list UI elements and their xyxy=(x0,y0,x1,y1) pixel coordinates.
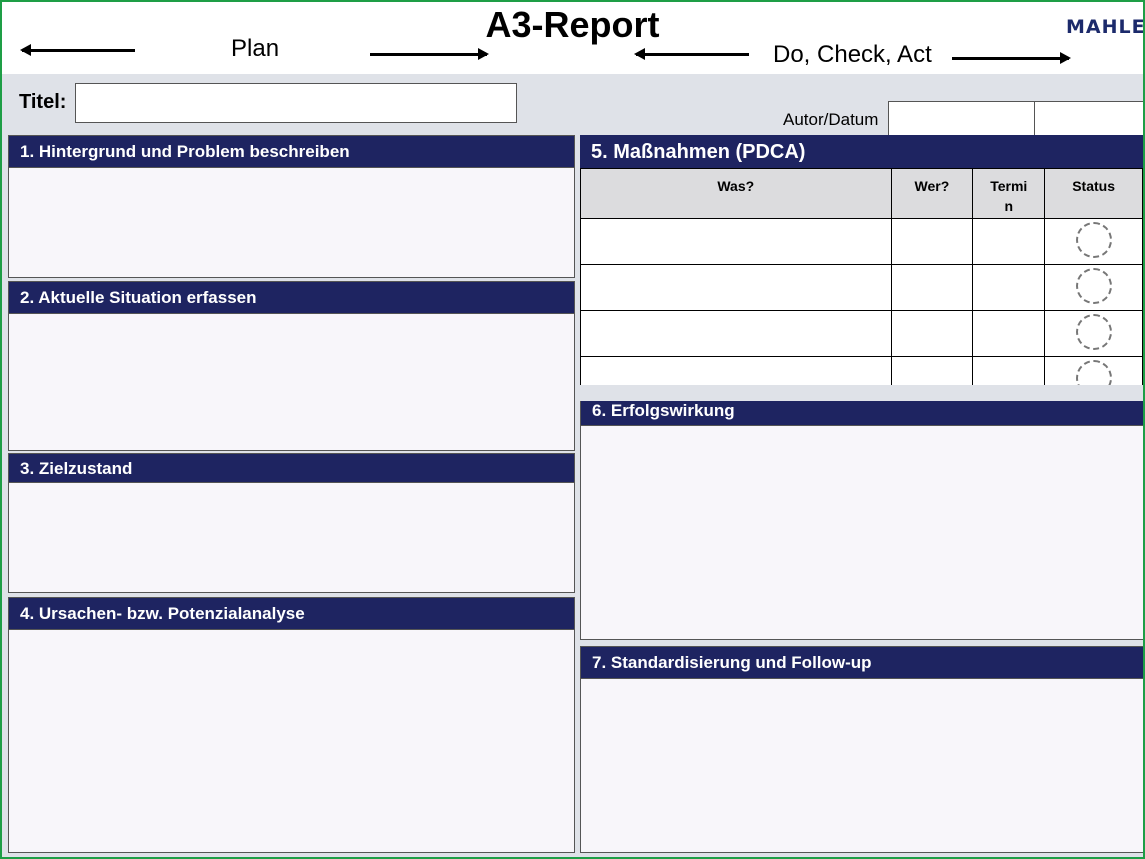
table-row xyxy=(580,264,1143,311)
mahle-logo: MAHLE xyxy=(1066,16,1145,38)
datum-field[interactable] xyxy=(1034,101,1143,136)
a3-report-sheet: A3-Report Plan Do, Check, Act MAHLE Tite… xyxy=(0,0,1145,859)
section-ursachenanalyse[interactable]: 4. Ursachen- bzw. Potenzialanalyse xyxy=(8,597,575,853)
titel-label: Titel: xyxy=(19,91,67,113)
section-heading: 7. Standardisierung und Follow-up xyxy=(581,647,1143,679)
arrow-left-icon xyxy=(634,48,749,60)
pdca-header-row: Was? Wer? Termi n Status xyxy=(580,168,1143,219)
status-circle-icon[interactable] xyxy=(1075,267,1112,304)
cell-status[interactable] xyxy=(1044,264,1143,311)
arrow-left-icon xyxy=(20,44,135,56)
cell-was[interactable] xyxy=(580,310,892,357)
section-hintergrund[interactable]: 1. Hintergrund und Problem beschreiben xyxy=(8,135,575,278)
titel-field[interactable] xyxy=(75,83,517,123)
section-heading: 3. Zielzustand xyxy=(9,454,574,483)
status-circle-icon[interactable] xyxy=(1075,313,1112,350)
cell-wer[interactable] xyxy=(890,218,974,265)
section-aktuelle-situation[interactable]: 2. Aktuelle Situation erfassen xyxy=(8,281,575,451)
arrow-right-icon xyxy=(370,48,489,60)
section-heading: 1. Hintergrund und Problem beschreiben xyxy=(9,136,574,168)
col-header-wer: Wer? xyxy=(890,168,974,219)
report-title: A3-Report xyxy=(485,4,660,45)
col-header-termin: Termi n xyxy=(972,168,1046,219)
section-zielzustand[interactable]: 3. Zielzustand xyxy=(8,453,575,593)
section-standardisierung[interactable]: 7. Standardisierung und Follow-up xyxy=(580,646,1143,853)
section-heading: 2. Aktuelle Situation erfassen xyxy=(9,282,574,314)
section-heading: 5. Maßnahmen (PDCA) xyxy=(580,135,1143,169)
cell-termin[interactable] xyxy=(972,310,1046,357)
col-header-status: Status xyxy=(1044,168,1143,219)
table-overlap-band xyxy=(580,385,1143,401)
cell-was[interactable] xyxy=(580,264,892,311)
table-row xyxy=(580,310,1143,357)
cell-status[interactable] xyxy=(1044,218,1143,265)
cell-status[interactable] xyxy=(1044,310,1143,357)
cell-termin[interactable] xyxy=(972,264,1046,311)
cell-wer[interactable] xyxy=(890,310,974,357)
section-erfolgswirkung[interactable]: 6. Erfolgswirkung xyxy=(580,395,1143,640)
pdca-table: Was? Wer? Termi n Status xyxy=(580,168,1143,403)
section-massnahmen: 5. Maßnahmen (PDCA) xyxy=(580,135,1143,169)
plan-label: Plan xyxy=(231,35,280,62)
arrow-right-icon xyxy=(952,52,1071,64)
do-check-act-label: Do, Check, Act xyxy=(773,41,932,68)
autor-datum-label: Autor/Datum xyxy=(783,110,879,129)
cell-wer[interactable] xyxy=(890,264,974,311)
autor-field[interactable] xyxy=(888,101,1035,136)
cell-was[interactable] xyxy=(580,218,892,265)
cell-termin[interactable] xyxy=(972,218,1046,265)
col-header-was: Was? xyxy=(580,168,892,219)
report-header: A3-Report Plan Do, Check, Act MAHLE xyxy=(2,2,1143,74)
table-row xyxy=(580,218,1143,265)
section-heading: 4. Ursachen- bzw. Potenzialanalyse xyxy=(9,598,574,630)
status-circle-icon[interactable] xyxy=(1075,221,1112,258)
